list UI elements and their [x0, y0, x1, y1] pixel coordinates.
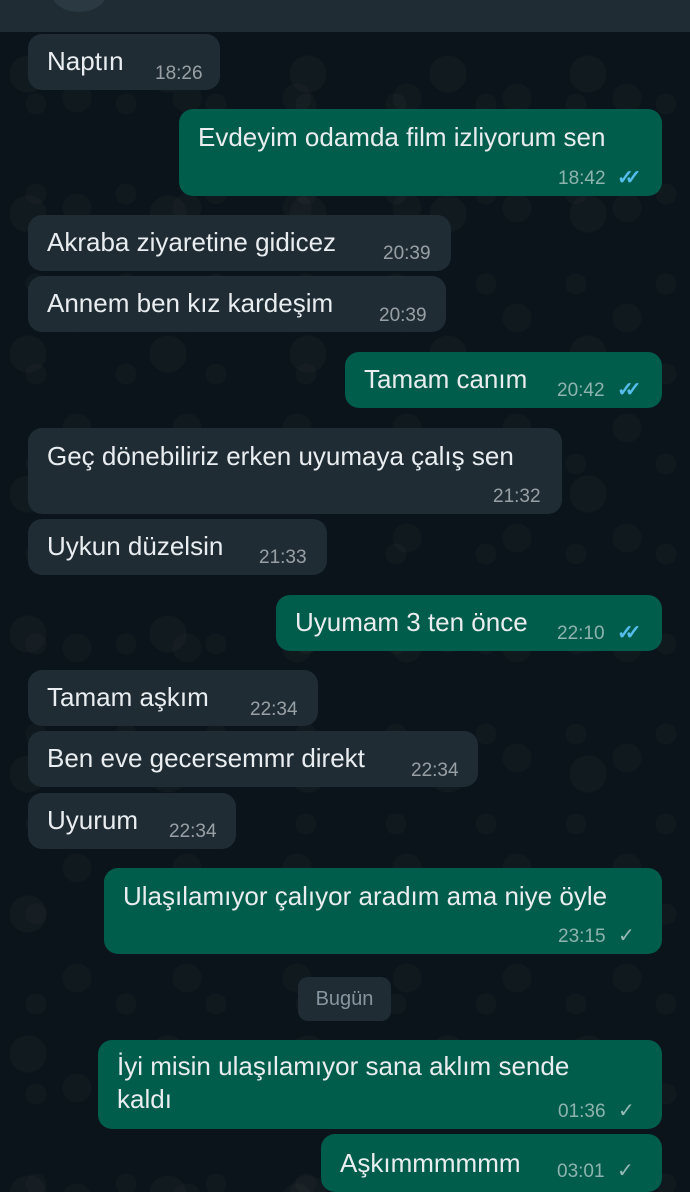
message-time: 22:34 — [411, 760, 459, 781]
message-time: 22:10 — [557, 623, 605, 644]
double-check-icon: ✓✓ — [617, 379, 641, 401]
message-incoming[interactable]: Annem ben kız kardeşim 20:39 — [28, 276, 446, 332]
message-text: Uykun düzelsin — [47, 531, 224, 561]
date-separator: Bugün — [298, 977, 391, 1021]
message-outgoing[interactable]: Ulaşılamıyor çalıyor aradım ama niye öyl… — [104, 868, 662, 954]
message-text: Naptın — [47, 46, 124, 76]
message-time: 22:34 — [169, 821, 217, 842]
message-text: Aşkımmmmmm — [340, 1148, 521, 1178]
single-check-icon: ✓ — [617, 1160, 634, 1182]
message-time: 18:42 — [558, 168, 606, 189]
message-outgoing[interactable]: İyi misin ulaşılamıyor sana aklım sende … — [98, 1040, 662, 1129]
message-text: Annem ben kız kardeşim — [47, 288, 334, 318]
message-text: Tamam aşkım — [47, 682, 209, 712]
message-text: Akraba ziyaretine gidicez — [47, 227, 337, 257]
message-incoming[interactable]: Akraba ziyaretine gidicez 20:39 — [28, 215, 451, 271]
single-check-icon: ✓ — [618, 925, 635, 947]
message-incoming[interactable]: Geç dönebiliriz erken uyumaya çalış sen … — [28, 428, 562, 514]
message-text: Uyumam 3 ten önce — [295, 607, 528, 637]
chat-header — [0, 0, 690, 32]
message-time: 01:36 — [558, 1101, 606, 1122]
avatar[interactable] — [52, 0, 106, 12]
double-check-icon: ✓✓ — [617, 622, 641, 644]
message-text: Geç dönebiliriz erken uyumaya çalış sen — [47, 441, 514, 471]
message-text: Ulaşılamıyor çalıyor aradım ama niye öyl… — [123, 881, 608, 911]
message-time: 21:33 — [259, 547, 307, 568]
message-time: 18:26 — [155, 63, 203, 84]
message-outgoing[interactable]: Uyumam 3 ten önce 22:10 ✓✓ — [276, 595, 662, 651]
message-time: 23:15 — [558, 926, 606, 947]
message-text: Ben eve gecersemmr direkt — [47, 743, 365, 773]
message-outgoing[interactable]: Tamam canım 20:42 ✓✓ — [345, 352, 662, 408]
message-time: 20:39 — [383, 243, 431, 264]
double-check-icon: ✓✓ — [617, 167, 641, 189]
message-incoming[interactable]: Uykun düzelsin 21:33 — [28, 519, 327, 575]
message-incoming[interactable]: Tamam aşkım 22:34 — [28, 670, 318, 726]
message-time: 20:42 — [557, 380, 605, 401]
single-check-icon: ✓ — [618, 1100, 635, 1122]
message-time: 03:01 — [557, 1161, 605, 1182]
message-incoming[interactable]: Uyurum 22:34 — [28, 793, 236, 849]
message-outgoing[interactable]: Evdeyim odamda film izliyorum sen 18:42 … — [179, 109, 662, 196]
message-text: Evdeyim odamda film izliyorum sen — [198, 122, 606, 152]
message-text: Tamam canım — [364, 364, 528, 394]
message-incoming[interactable]: Ben eve gecersemmr direkt 22:34 — [28, 731, 478, 787]
message-text: İyi misin ulaşılamıyor sana aklım sende … — [117, 1051, 570, 1114]
message-time: 20:39 — [379, 305, 427, 326]
message-time: 22:34 — [250, 699, 298, 720]
message-time: 21:32 — [493, 486, 541, 507]
message-outgoing[interactable]: Aşkımmmmmm 03:01 ✓ — [321, 1134, 662, 1192]
message-incoming[interactable]: Naptın 18:26 — [28, 34, 220, 90]
message-text: Uyurum — [47, 805, 139, 835]
